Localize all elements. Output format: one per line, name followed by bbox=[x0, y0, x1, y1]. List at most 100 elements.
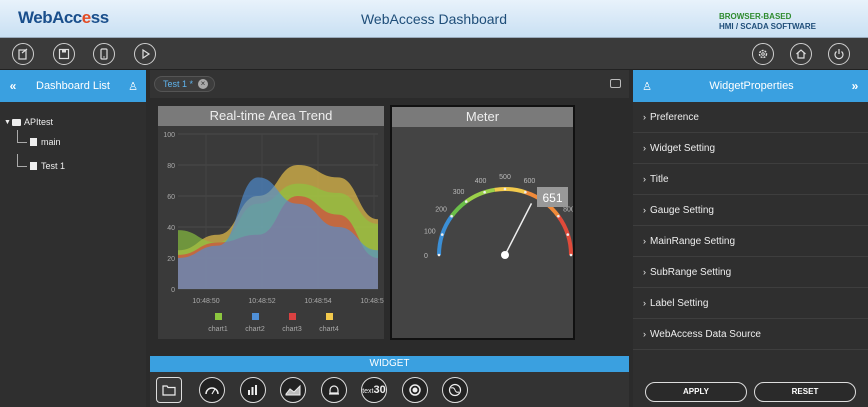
tree-connector bbox=[17, 130, 27, 143]
dashboard-tree: ▼ APItest main Test 1 bbox=[0, 102, 146, 178]
document-icon bbox=[30, 138, 37, 146]
prop-widget-setting[interactable]: › Widget Setting bbox=[633, 133, 868, 164]
gauge-chart: 01002003004005006007008009001000651 bbox=[424, 174, 592, 260]
tab-bar: Test 1 * × bbox=[150, 70, 629, 98]
reset-button[interactable]: RESET bbox=[754, 382, 856, 402]
area-trend-widget[interactable]: Real-time Area Trend 100 80 60 40 20 0 10:48:5… bbox=[158, 106, 388, 339]
gauge-tick bbox=[464, 200, 468, 203]
prop-mainrange-setting[interactable]: › MainRange Setting bbox=[633, 226, 868, 257]
prop-label: Widget Setting bbox=[650, 142, 716, 154]
y-tick-label: 80 bbox=[167, 163, 175, 170]
apply-button[interactable]: APPLY bbox=[645, 382, 747, 402]
folder-widget-button[interactable] bbox=[156, 377, 182, 403]
gauge-tick-label: 200 bbox=[435, 207, 447, 214]
bar-chart-widget-button[interactable] bbox=[240, 377, 266, 403]
export-icon bbox=[18, 48, 28, 60]
mobile-preview-button[interactable] bbox=[93, 43, 115, 65]
brand-tagline: BROWSER-BASED HMI / SCADA SOFTWARE bbox=[719, 12, 816, 32]
gauge-tick-label: 800 bbox=[563, 207, 573, 214]
mobile-icon bbox=[100, 48, 108, 60]
widget-title: Meter bbox=[392, 107, 573, 127]
dashboard-list-title: Dashboard List bbox=[36, 80, 110, 92]
chevron-right-icon: › bbox=[643, 298, 646, 308]
tree-node-test1[interactable]: Test 1 bbox=[0, 154, 146, 178]
map-widget-button[interactable] bbox=[442, 377, 468, 403]
chevron-right-icon: › bbox=[643, 329, 646, 339]
globe-icon bbox=[448, 383, 462, 397]
widget-properties-panel: ♙ WidgetProperties » › Preference › Widget… bbox=[633, 70, 868, 407]
pin-icon[interactable]: ♙ bbox=[120, 80, 146, 93]
tree-node-label: main bbox=[41, 137, 61, 147]
widget-properties-title: WidgetProperties bbox=[709, 80, 794, 92]
legend-label: chart1 bbox=[208, 326, 228, 333]
text-icon-number: 30 bbox=[373, 384, 386, 396]
settings-button[interactable] bbox=[752, 43, 774, 65]
x-tick-label: 10:48:50 bbox=[192, 298, 219, 305]
power-icon bbox=[834, 49, 844, 60]
export-button[interactable] bbox=[12, 43, 34, 65]
tree-node-apitest[interactable]: ▼ APItest bbox=[0, 114, 146, 130]
document-icon bbox=[30, 162, 37, 170]
widget-properties-header: ♙ WidgetProperties » bbox=[633, 70, 868, 102]
prop-label-setting[interactable]: › Label Setting bbox=[633, 288, 868, 319]
gauge-value: 651 bbox=[542, 191, 562, 205]
gauge-tick-label: 500 bbox=[499, 174, 511, 181]
tab-test1[interactable]: Test 1 * × bbox=[154, 76, 216, 92]
y-tick-label: 40 bbox=[167, 225, 175, 232]
chevron-right-icon: › bbox=[643, 205, 646, 215]
prop-data-source[interactable]: › WebAccess Data Source bbox=[633, 319, 868, 350]
gauge-widget-button[interactable] bbox=[199, 377, 225, 403]
gauge-arc-segment bbox=[449, 199, 468, 218]
app-header: WebAccess WebAccess Dashboard BROWSER-BA… bbox=[0, 0, 868, 38]
prop-preference[interactable]: › Preference bbox=[633, 102, 868, 133]
gauge-tick bbox=[437, 253, 441, 257]
prop-label: SubRange Setting bbox=[650, 266, 732, 278]
gauge-tick-label: 300 bbox=[453, 189, 465, 196]
expand-arrow-icon[interactable]: ▼ bbox=[4, 119, 12, 126]
play-button[interactable] bbox=[134, 43, 156, 65]
power-button[interactable] bbox=[828, 43, 850, 65]
close-tab-icon[interactable]: × bbox=[198, 79, 209, 89]
gauge-tick-label: 400 bbox=[475, 178, 487, 185]
prop-label: Label Setting bbox=[650, 297, 709, 309]
prop-label: MainRange Setting bbox=[650, 235, 736, 247]
prop-label: Title bbox=[650, 173, 669, 185]
text-icon-label: text bbox=[362, 388, 374, 395]
meter-widget[interactable]: Meter 0100200300400500600700800900100065… bbox=[390, 105, 592, 340]
text-widget-button[interactable]: text30 bbox=[361, 377, 387, 403]
legend-label: chart4 bbox=[319, 326, 339, 333]
gauge-tick bbox=[566, 233, 570, 236]
x-tick-label: 10:48:56 bbox=[360, 298, 384, 305]
text-icon: text30 bbox=[362, 384, 386, 396]
window-icon[interactable] bbox=[610, 79, 621, 88]
home-button[interactable] bbox=[790, 43, 812, 65]
gauge-tick bbox=[483, 190, 486, 194]
folder-icon bbox=[162, 385, 176, 396]
gauge-tick bbox=[557, 214, 560, 218]
chevron-right-icon: › bbox=[643, 236, 646, 246]
save-button[interactable] bbox=[53, 43, 75, 65]
widget-title: Real-time Area Trend bbox=[158, 106, 384, 126]
expand-panel-button[interactable]: » bbox=[842, 79, 868, 93]
pin-icon[interactable]: ♙ bbox=[633, 80, 661, 93]
legend-swatch bbox=[215, 313, 222, 320]
prop-label: Preference bbox=[650, 111, 699, 123]
legend-swatch bbox=[289, 313, 296, 320]
legend-swatch bbox=[252, 313, 259, 320]
collapse-panel-button[interactable]: « bbox=[0, 79, 26, 93]
circle-widget-button[interactable] bbox=[402, 377, 428, 403]
area-chart-icon bbox=[285, 384, 301, 396]
tree-node-main[interactable]: main bbox=[0, 130, 146, 154]
prop-subrange-setting[interactable]: › SubRange Setting bbox=[633, 257, 868, 288]
gauge-tick bbox=[503, 187, 507, 191]
alarm-widget-button[interactable] bbox=[321, 377, 347, 403]
dashboard-list-header: « Dashboard List ♙ bbox=[0, 70, 146, 102]
home-icon bbox=[796, 49, 806, 59]
circle-icon bbox=[409, 384, 421, 396]
prop-gauge-setting[interactable]: › Gauge Setting bbox=[633, 195, 868, 226]
area-chart-widget-button[interactable] bbox=[280, 377, 306, 403]
properties-actions: APPLY RESET bbox=[633, 382, 868, 402]
prop-title[interactable]: › Title bbox=[633, 164, 868, 195]
gauge-arc-segment bbox=[437, 215, 454, 256]
settings-icon bbox=[758, 49, 768, 59]
